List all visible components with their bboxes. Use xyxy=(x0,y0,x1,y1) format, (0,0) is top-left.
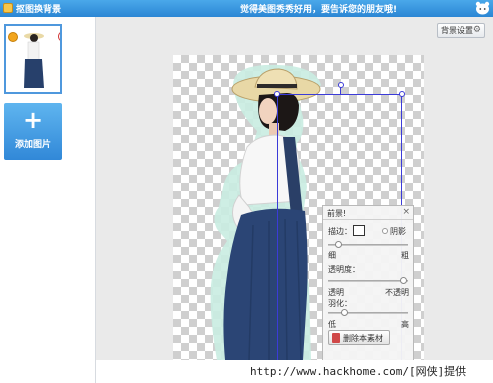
opacity-slider[interactable] xyxy=(328,280,408,282)
add-image-button[interactable]: + 添加图片 xyxy=(4,103,62,160)
thin-label: 细 xyxy=(328,251,336,260)
image-thumbnail[interactable]: × xyxy=(4,24,62,94)
stroke-color-swatch[interactable] xyxy=(353,225,365,236)
stroke-label: 描边： xyxy=(328,227,352,236)
feather-knob[interactable] xyxy=(341,309,348,316)
feather-label: 羽化： xyxy=(328,299,352,308)
trash-icon xyxy=(332,333,340,343)
panel-divider xyxy=(323,219,413,220)
image-sidebar: × + 添加图片 xyxy=(0,17,96,383)
delete-material-button[interactable]: 删除本素材 xyxy=(328,330,390,345)
delete-thumbnail-icon[interactable]: × xyxy=(58,31,60,42)
watermark-text: http://www.hackhome.com/[网侠]提供 xyxy=(250,365,467,378)
feather-slider[interactable] xyxy=(328,312,408,314)
mascot-icon[interactable] xyxy=(475,1,490,15)
title-bar: 抠图换背景 觉得美图秀秀好用，要告诉您的朋友哦! xyxy=(0,0,493,17)
foreground-panel: 前景! × 描边： 阴影 细 粗 透明度： 透明 不透明 羽化： 低 高 删除本… xyxy=(322,205,414,361)
background-settings-dropdown[interactable]: 背景设置 ⚙ xyxy=(437,23,485,38)
high-label: 高 xyxy=(401,320,409,329)
plus-icon: + xyxy=(22,106,44,134)
opaque-label: 不透明 xyxy=(385,288,409,297)
add-image-label: 添加图片 xyxy=(14,140,51,150)
shadow-radio[interactable] xyxy=(382,228,388,234)
selected-badge-icon xyxy=(8,32,18,42)
promo-link[interactable]: 觉得美图秀秀好用，要告诉您的朋友哦! xyxy=(240,2,397,15)
transparent-label: 透明 xyxy=(328,288,344,297)
app-title: 抠图换背景 xyxy=(16,5,62,15)
opacity-knob[interactable] xyxy=(400,277,407,284)
background-settings-label: 背景设置 xyxy=(441,26,473,35)
opacity-label: 透明度： xyxy=(328,265,360,274)
close-icon[interactable]: × xyxy=(402,207,410,217)
status-bar: http://www.hackhome.com/[网侠]提供 xyxy=(96,360,493,383)
rotate-handle[interactable] xyxy=(338,82,344,88)
delete-material-label: 删除本素材 xyxy=(343,334,383,343)
resize-handle-top-left[interactable] xyxy=(274,91,280,97)
shadow-label: 阴影 xyxy=(390,227,406,236)
stroke-width-knob[interactable] xyxy=(335,241,342,248)
low-label: 低 xyxy=(328,320,336,329)
resize-handle-top-right[interactable] xyxy=(399,91,405,97)
thick-label: 粗 xyxy=(401,251,409,260)
app-icon xyxy=(3,3,13,13)
gear-icon: ⚙ xyxy=(472,25,481,35)
panel-title: 前景! xyxy=(327,209,347,218)
workspace: 背景设置 ⚙ 前景! × 描边： 阴影 细 粗 透明度： 透明 不透明 羽化： … xyxy=(96,17,493,383)
